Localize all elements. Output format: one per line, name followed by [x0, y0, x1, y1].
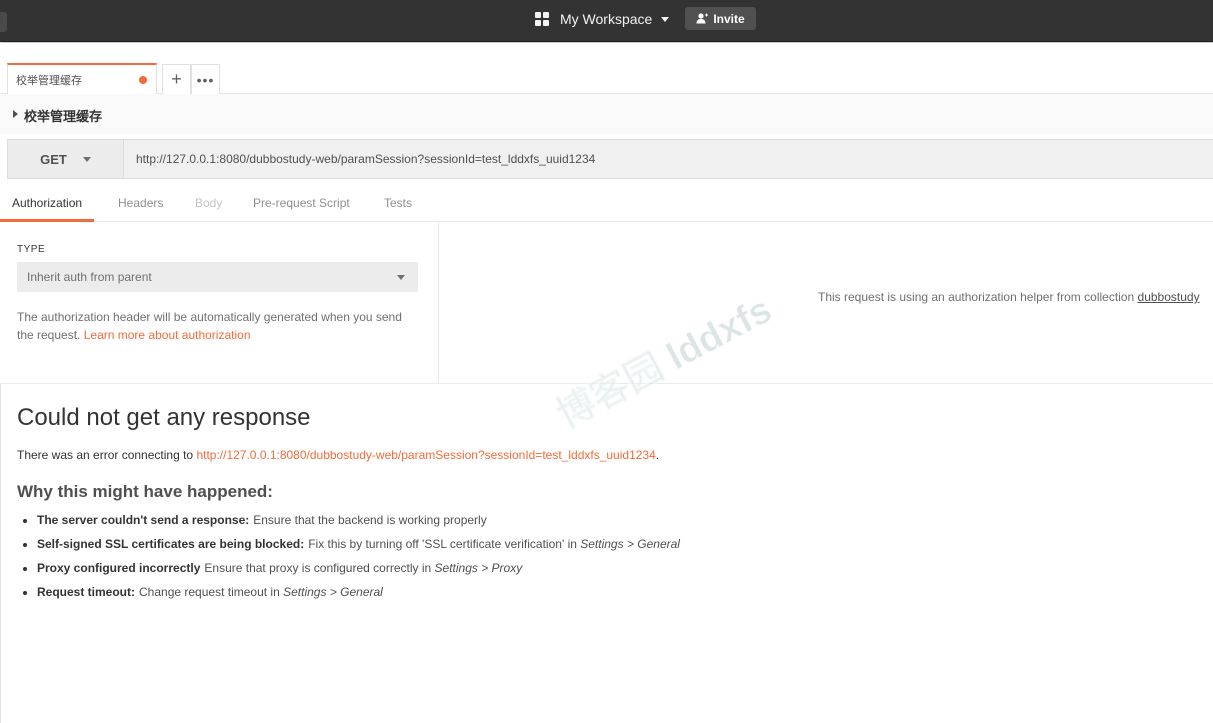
invite-label: Invite	[713, 11, 745, 26]
response-error-message: There was an error connecting to http://…	[17, 448, 659, 462]
tab-options-button[interactable]: •••	[191, 64, 220, 94]
invite-button[interactable]: Invite	[685, 7, 756, 30]
auth-description: The authorization header will be automat…	[17, 308, 417, 344]
request-tab-strip: 校举管理缓存 + •••	[0, 43, 1213, 94]
reason-text: Change request timeout in	[139, 585, 280, 599]
auth-settings-panel: TYPE Inherit auth from parent The author…	[0, 222, 439, 383]
add-user-icon	[696, 13, 709, 24]
request-name-row[interactable]: 校举管理缓存	[0, 94, 1213, 134]
reason-title: The server couldn't send a response:	[37, 513, 250, 527]
list-item: Request timeout: Change request timeout i…	[23, 585, 680, 609]
top-header-bar: My Workspace Invite	[0, 0, 1213, 42]
request-tab[interactable]: 校举管理缓存	[7, 63, 157, 94]
workspace-switcher[interactable]: My Workspace	[535, 8, 670, 30]
why-heading: Why this might have happened:	[17, 482, 273, 501]
chevron-down-icon	[661, 16, 670, 22]
reason-text: Ensure that proxy is configured correctl…	[204, 561, 432, 575]
url-input[interactable]: http://127.0.0.1:8080/dubbostudy-web/par…	[125, 140, 1213, 178]
tab-body[interactable]: Body	[195, 196, 222, 222]
workspace-label: My Workspace	[560, 11, 653, 27]
reason-settings-path: Settings > General	[580, 537, 680, 551]
reason-title: Self-signed SSL certificates are being b…	[37, 537, 305, 551]
plus-icon: +	[171, 69, 182, 89]
error-url-link[interactable]: http://127.0.0.1:8080/dubbostudy-web/par…	[196, 448, 655, 462]
chevron-down-icon	[82, 156, 91, 162]
request-name: 校举管理缓存	[24, 109, 103, 124]
tab-tests[interactable]: Tests	[384, 196, 412, 222]
response-title: Could not get any response	[17, 404, 311, 431]
new-tab-button[interactable]: +	[162, 64, 191, 94]
auth-type-label: TYPE	[17, 244, 46, 255]
url-text: http://127.0.0.1:8080/dubbostudy-web/par…	[136, 152, 596, 166]
app-window: My Workspace Invite 校举管理缓存 + ••• 校举管理缓存	[0, 0, 1213, 723]
reason-text: Ensure that the backend is working prope…	[253, 513, 487, 527]
section-divider	[0, 383, 1213, 384]
auth-helper-panel: This request is using an authorization h…	[440, 222, 1213, 383]
more-icon: •••	[196, 71, 215, 88]
request-subtabs: Authorization Headers Body Pre-request S…	[0, 188, 1213, 222]
request-tab-label: 校举管理缓存	[16, 74, 82, 87]
reasons-list: The server couldn't send a response: Ensu…	[23, 513, 680, 609]
tab-authorization[interactable]: Authorization	[0, 196, 95, 222]
method-label: GET	[40, 151, 67, 167]
grid-icon	[535, 12, 549, 26]
collection-link[interactable]: dubbostudy	[1138, 290, 1200, 304]
learn-more-link[interactable]: Learn more about authorization	[84, 328, 251, 342]
sidebar-toggle-handle[interactable]	[0, 12, 7, 32]
auth-type-value: Inherit auth from parent	[27, 270, 152, 284]
list-item: Self-signed SSL certificates are being b…	[23, 537, 680, 561]
chevron-down-icon	[397, 275, 405, 280]
tab-pre-request-script[interactable]: Pre-request Script	[253, 196, 350, 222]
auth-helper-message: This request is using an authorization h…	[818, 290, 1200, 304]
reason-title: Request timeout:	[37, 585, 136, 599]
reason-settings-path: Settings > Proxy	[434, 561, 523, 575]
caret-right-icon	[13, 110, 18, 118]
tab-headers[interactable]: Headers	[118, 196, 163, 222]
method-select[interactable]: GET	[8, 140, 124, 178]
auth-helper-text: This request is using an authorization h…	[818, 290, 1135, 304]
unsaved-dot-icon	[139, 76, 147, 84]
url-bar: GET http://127.0.0.1:8080/dubbostudy-web…	[7, 139, 1213, 179]
error-suffix: .	[655, 448, 660, 462]
list-item: The server couldn't send a response: Ensu…	[23, 513, 680, 537]
reason-title: Proxy configured incorrectly	[37, 561, 201, 575]
auth-type-select[interactable]: Inherit auth from parent	[17, 262, 418, 292]
reason-settings-path: Settings > General	[283, 585, 383, 599]
reason-text: Fix this by turning off 'SSL certificate…	[308, 537, 577, 551]
error-prefix: There was an error connecting to	[17, 448, 194, 462]
list-item: Proxy configured incorrectly Ensure that …	[23, 561, 680, 585]
left-border	[0, 384, 1, 723]
